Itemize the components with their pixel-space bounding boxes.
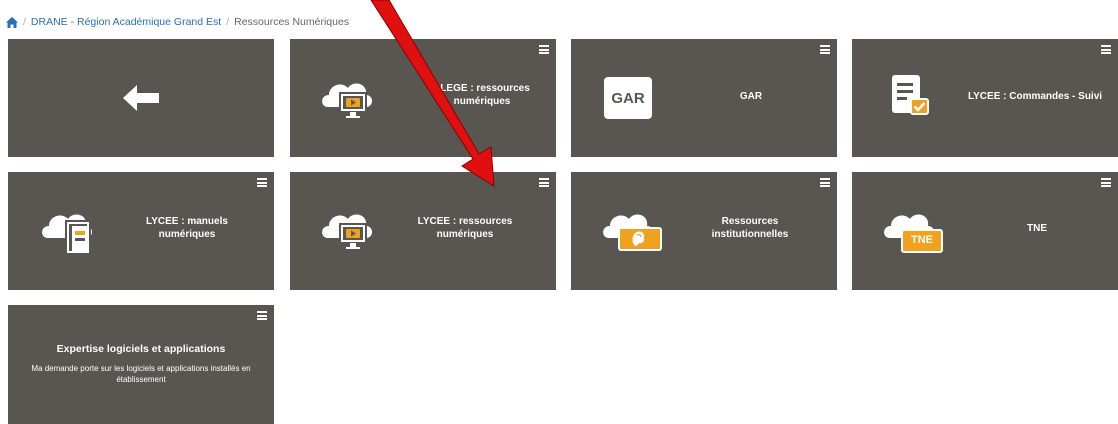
tile-description: Ma demande porte sur les logiciels et ap… [31,364,251,384]
menu-icon[interactable] [539,45,549,54]
tile-back[interactable] [8,39,274,157]
gar-logo-icon: GAR [604,77,652,119]
breadcrumb-current: Ressources Numériques [234,16,350,28]
tile-label: TNE [1027,223,1047,234]
breadcrumb-separator: / [23,16,26,28]
cloud-marianne-icon [603,214,662,251]
tile-gar[interactable]: GAR GAR [571,39,837,157]
tile-label: LYCEE : manuels numériques [146,216,228,240]
menu-icon[interactable] [820,178,830,187]
tile-tne[interactable]: TNE TNE [852,172,1118,290]
breadcrumb-link-drane[interactable]: DRANE - Région Académique Grand Est [31,16,221,28]
tile-label: LYCEE : Commandes - Suivi [967,91,1103,102]
cloud-video-icon [322,83,372,118]
tile-lycee-manuals[interactable]: LYCEE : manuels numériques [8,172,274,290]
menu-icon[interactable] [1101,45,1111,54]
cloud-book-icon [42,214,92,255]
tile-label: LLEGE : ressources numériques [434,83,530,107]
tne-logo-text: TNE [911,234,933,246]
home-icon[interactable] [6,16,18,28]
menu-icon[interactable] [539,178,549,187]
tile-lycee-orders[interactable]: LYCEE : Commandes - Suivi [852,39,1118,157]
arrow-left-icon [123,85,159,111]
tile-label: GAR [739,91,763,102]
tile-label: LYCEE : ressources numériques [417,216,513,240]
cloud-tne-icon [884,214,943,253]
tile-label: Ressources institutionnelles [711,216,789,240]
menu-icon[interactable] [257,178,267,187]
cloud-video-icon [322,214,372,249]
menu-icon[interactable] [1101,178,1111,187]
tile-title: Expertise logiciels et applications [56,343,226,355]
breadcrumb: / DRANE - Région Académique Grand Est / … [6,14,349,30]
menu-icon[interactable] [820,45,830,54]
breadcrumb-separator: / [226,16,230,28]
tile-expertise[interactable]: Expertise logiciels et applications Ma d… [8,305,274,424]
tile-lycee-resources[interactable]: LYCEE : ressources numériques [290,172,556,290]
tile-institutional[interactable]: Ressources institutionnelles [571,172,837,290]
tile-college-resources[interactable]: LLEGE : ressources numériques [290,39,556,157]
menu-icon[interactable] [257,311,267,320]
checklist-icon [892,75,929,115]
